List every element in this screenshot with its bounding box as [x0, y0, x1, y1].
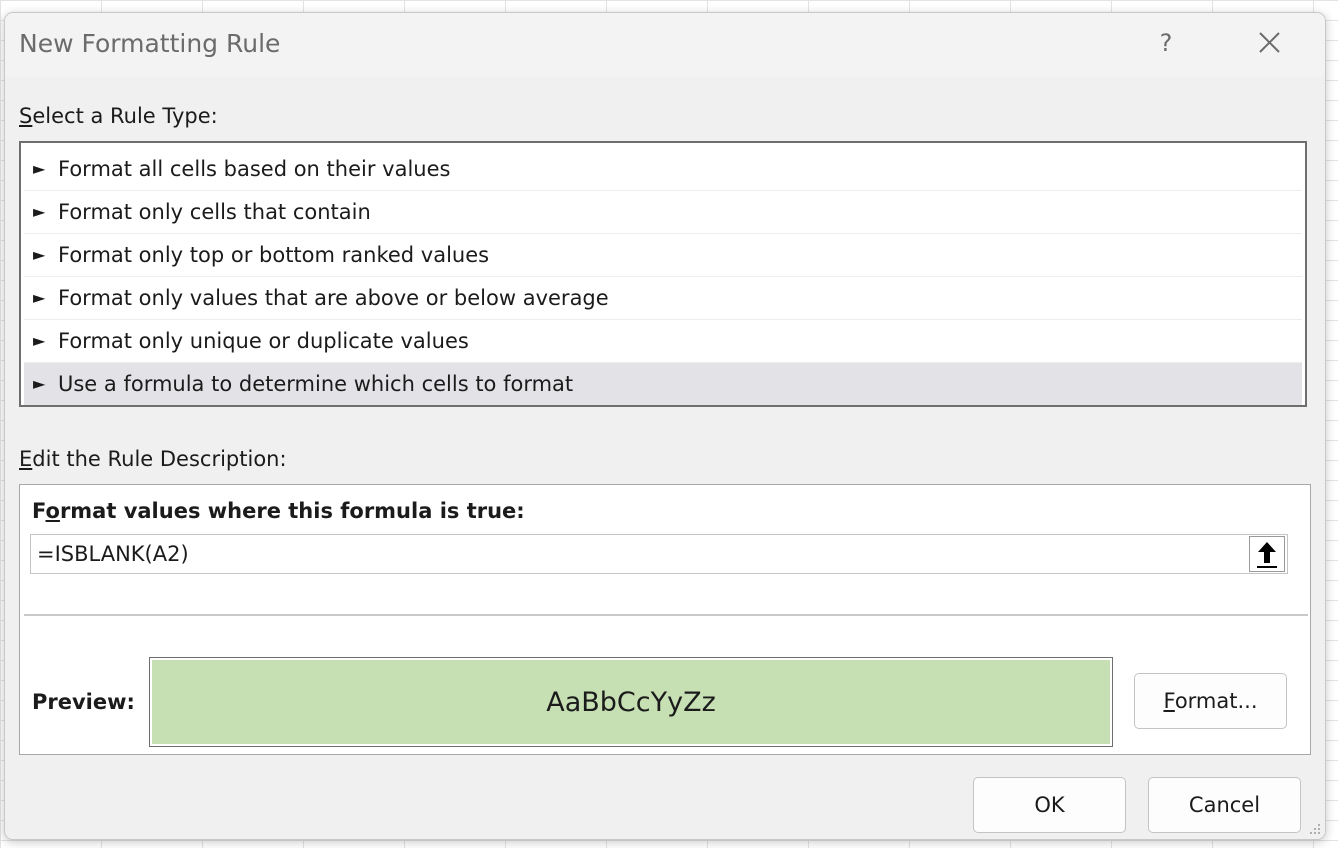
rule-item-cells-that-contain[interactable]: ► Format only cells that contain: [24, 191, 1302, 234]
help-icon[interactable]: ?: [1151, 25, 1181, 61]
collapse-dialog-button[interactable]: [1249, 536, 1285, 572]
resize-grip-icon[interactable]: [1307, 821, 1321, 835]
rule-item-label: Format only cells that contain: [58, 200, 371, 224]
formula-heading: Format values where this formula is true…: [32, 499, 525, 523]
preview-label: Preview:: [32, 690, 135, 714]
rule-description-panel: Format values where this formula is true…: [19, 484, 1311, 755]
rule-item-label: Format all cells based on their values: [58, 157, 451, 181]
cancel-button[interactable]: Cancel: [1148, 777, 1301, 833]
access-key-o: o: [45, 499, 60, 523]
triangle-right-icon: ►: [33, 245, 46, 264]
arrow-up-icon: [1257, 542, 1277, 568]
rule-item-top-bottom[interactable]: ► Format only top or bottom ranked value…: [24, 234, 1302, 277]
triangle-right-icon: ►: [33, 202, 46, 221]
preview-frame: AaBbCcYyZz: [149, 657, 1113, 747]
formula-input[interactable]: =ISBLANK(A2): [30, 534, 1288, 574]
triangle-right-icon: ►: [33, 288, 46, 307]
select-rule-type-label: Select a Rule Type:: [19, 104, 218, 128]
preview-sample: AaBbCcYyZz: [152, 660, 1110, 744]
access-key-f: F: [1163, 689, 1175, 713]
rule-item-use-formula[interactable]: ► Use a formula to determine which cells…: [24, 363, 1302, 405]
dialog-content: Select a Rule Type: ► Format all cells b…: [5, 77, 1325, 839]
access-key-e: E: [19, 447, 33, 471]
select-rule-type-label-text: elect a Rule Type:: [32, 104, 218, 128]
edit-rule-description-label: Edit the Rule Description:: [19, 447, 287, 471]
formula-value: =ISBLANK(A2): [37, 542, 189, 566]
dialog-title: New Formatting Rule: [19, 29, 281, 58]
access-key-s: S: [19, 104, 33, 128]
ok-button[interactable]: OK: [973, 777, 1126, 833]
rule-item-label: Use a formula to determine which cells t…: [58, 372, 574, 396]
rule-type-list[interactable]: ► Format all cells based on their values…: [19, 141, 1307, 407]
rule-item-above-below-average[interactable]: ► Format only values that are above or b…: [24, 277, 1302, 320]
rule-item-label: Format only unique or duplicate values: [58, 329, 469, 353]
close-icon[interactable]: [1251, 25, 1287, 61]
edit-rule-description-label-text: dit the Rule Description:: [32, 447, 287, 471]
triangle-right-icon: ►: [33, 374, 46, 393]
new-formatting-rule-dialog: New Formatting Rule ? Select a Rule Type…: [4, 12, 1326, 840]
rule-item-all-cells[interactable]: ► Format all cells based on their values: [24, 148, 1302, 191]
format-button-label: ormat...: [1174, 689, 1258, 713]
triangle-right-icon: ►: [33, 159, 46, 178]
divider: [24, 614, 1308, 616]
formula-heading-start: F: [32, 499, 46, 523]
title-bar: New Formatting Rule ?: [5, 13, 1325, 77]
rule-item-label: Format only top or bottom ranked values: [58, 243, 490, 267]
rule-item-unique-duplicate[interactable]: ► Format only unique or duplicate values: [24, 320, 1302, 363]
triangle-right-icon: ►: [33, 331, 46, 350]
formula-heading-rest: rmat values where this formula is true:: [59, 499, 525, 523]
format-button[interactable]: Format...: [1134, 673, 1287, 729]
rule-item-label: Format only values that are above or bel…: [58, 286, 609, 310]
